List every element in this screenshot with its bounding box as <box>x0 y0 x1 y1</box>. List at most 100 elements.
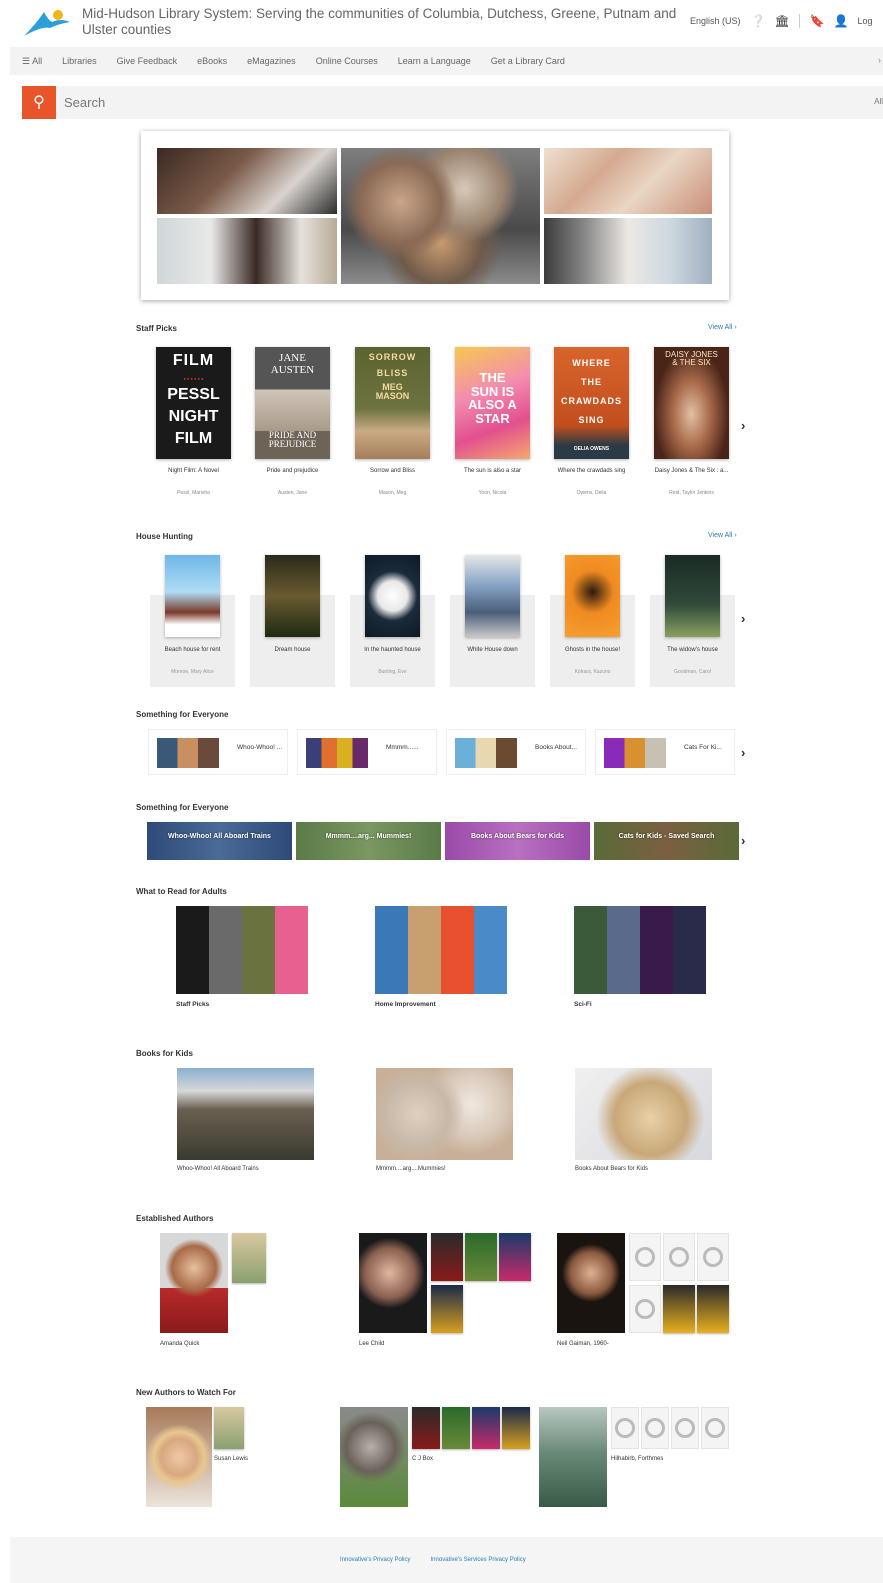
carousel-next-icon[interactable]: › <box>741 833 745 848</box>
book-cover[interactable] <box>265 555 320 637</box>
list-banner[interactable]: Whoo-Whoo! All Aboard Trains <box>147 822 292 860</box>
book-cover[interactable] <box>165 555 220 637</box>
author-book-placeholder[interactable] <box>671 1407 699 1449</box>
author-book-cover[interactable] <box>465 1233 497 1281</box>
book-cover[interactable]: SORROW BLISS MEG MASON <box>355 347 430 459</box>
author-name[interactable]: Susan Lewis <box>214 1456 248 1462</box>
hero-banner[interactable] <box>141 131 729 300</box>
list-collage[interactable] <box>375 906 507 994</box>
grid-label[interactable]: Home Improvement <box>375 1001 436 1008</box>
author-book-cover[interactable] <box>214 1407 244 1449</box>
author-book-placeholder[interactable] <box>629 1233 661 1281</box>
user-icon[interactable]: 👤 <box>834 14 849 28</box>
list-card[interactable]: Whoo-Whoo! ... <box>148 729 288 775</box>
list-card[interactable]: Mmmm...... <box>297 729 437 775</box>
nav-libraries[interactable]: Libraries <box>62 56 97 66</box>
author-book-cover[interactable] <box>431 1233 463 1281</box>
book-cover[interactable]: WHERE THE CRAWDADS SING DELIA OWENS <box>554 347 629 459</box>
book-card[interactable]: Ghosts in the house! Kohara, Kazuno <box>550 555 635 687</box>
author-book-cover[interactable] <box>663 1285 695 1333</box>
author-photo[interactable] <box>359 1233 427 1333</box>
author-book-cover[interactable] <box>412 1407 440 1449</box>
staff-picks-view-all[interactable]: View All › <box>708 324 737 331</box>
grid-label[interactable]: Sci-Fi <box>574 1001 592 1008</box>
author-book-placeholder[interactable] <box>611 1407 639 1449</box>
privacy-policy-link[interactable]: Innovative's Privacy Policy <box>340 1557 411 1563</box>
book-cover[interactable]: THE SUN IS ALSO A STAR <box>455 347 530 459</box>
book-card[interactable]: Dream house <box>250 555 335 687</box>
book-title[interactable]: The widow's house <box>650 647 735 653</box>
author-name[interactable]: Lee Child <box>359 1341 384 1347</box>
book-title[interactable]: Where the crawdads sing <box>554 467 629 475</box>
login-link[interactable]: Log <box>858 16 873 26</box>
site-title[interactable]: Mid-Hudson Library System: Serving the c… <box>82 6 682 38</box>
services-privacy-policy-link[interactable]: Innovative's Services Privacy Policy <box>431 1557 526 1563</box>
author-book-cover[interactable] <box>502 1407 530 1449</box>
language-selector[interactable]: English (US) <box>690 16 741 26</box>
book-title[interactable]: In the haunted house <box>350 647 435 653</box>
kids-list-image[interactable] <box>177 1068 314 1160</box>
list-label[interactable]: Mmmm...... <box>386 743 436 753</box>
book-cover[interactable] <box>565 555 620 637</box>
author-name[interactable]: Hilhabirb, Forthmes <box>611 1456 663 1462</box>
list-collage[interactable] <box>574 906 706 994</box>
nav-online-courses[interactable]: Online Courses <box>316 56 378 66</box>
nav-ebooks[interactable]: eBooks <box>197 56 227 66</box>
search-scope-select[interactable]: All <box>874 97 883 106</box>
nav-emagazines[interactable]: eMagazines <box>247 56 296 66</box>
carousel-next-icon[interactable]: › <box>741 745 745 760</box>
list-card[interactable]: Books About... <box>446 729 586 775</box>
author-book-cover[interactable] <box>442 1407 470 1449</box>
book-card[interactable]: Beach house for rent Monroe, Mary Alice <box>150 555 235 687</box>
author-book-placeholder[interactable] <box>629 1285 661 1333</box>
author-book-cover[interactable] <box>472 1407 500 1449</box>
book-title[interactable]: Dream house <box>250 647 335 653</box>
list-label[interactable]: Cats For Ki... <box>684 743 734 753</box>
list-banner[interactable]: Books About Bears for Kids <box>445 822 590 860</box>
carousel-next-icon[interactable]: › <box>741 418 745 433</box>
book-cover[interactable]: DAISY JONES & THE SIX <box>654 347 729 459</box>
author-photo[interactable] <box>557 1233 625 1333</box>
kids-list-image[interactable] <box>376 1068 513 1160</box>
author-book-placeholder[interactable] <box>701 1407 729 1449</box>
search-icon[interactable]: ⚲ <box>22 86 56 119</box>
nav-library-card[interactable]: Get a Library Card <box>491 56 565 66</box>
list-banner[interactable]: Mmmm....arg... Mummies! <box>296 822 441 860</box>
kids-list-label[interactable]: Whoo-Whoo! All Aboard Trains <box>177 1166 259 1172</box>
carousel-next-icon[interactable]: › <box>741 611 745 626</box>
book-title[interactable]: Pride and prejudice <box>255 467 330 475</box>
book-title[interactable]: Beach house for rent <box>150 647 235 653</box>
author-book-placeholder[interactable] <box>641 1407 669 1449</box>
author-book-placeholder[interactable] <box>697 1233 729 1281</box>
kids-list-label[interactable]: Books About Bears for Kids <box>575 1166 648 1172</box>
list-label[interactable]: Books About... <box>535 743 585 753</box>
author-photo[interactable] <box>539 1407 607 1507</box>
book-title[interactable]: Sorrow and Bliss <box>355 467 430 475</box>
book-cover[interactable]: FILM ● ● ● ● ● ● PESSL NIGHT FILM <box>156 347 231 459</box>
book-cover[interactable] <box>665 555 720 637</box>
kids-list-image[interactable] <box>575 1068 712 1160</box>
book-card[interactable]: In the haunted house Bunting, Eve <box>350 555 435 687</box>
author-photo[interactable] <box>146 1407 212 1507</box>
list-label[interactable]: Whoo-Whoo! ... <box>237 743 287 753</box>
grid-label[interactable]: Staff Picks <box>176 1001 209 1008</box>
kids-list-label[interactable]: Mmmm....arg....Mummies! <box>376 1166 446 1172</box>
author-book-cover[interactable] <box>697 1285 729 1333</box>
search-input[interactable] <box>64 86 824 119</box>
library-logo-icon[interactable] <box>22 6 72 38</box>
nav-overflow-icon[interactable]: › <box>878 55 881 65</box>
book-card[interactable]: White House down <box>450 555 535 687</box>
nav-give-feedback[interactable]: Give Feedback <box>117 56 178 66</box>
author-name[interactable]: C J Box <box>412 1456 433 1462</box>
book-title[interactable]: Night Film: A Novel <box>156 467 231 475</box>
author-book-cover[interactable] <box>431 1285 463 1333</box>
author-book-cover[interactable] <box>232 1233 266 1283</box>
bookmark-icon[interactable]: 🔖 <box>810 14 825 28</box>
author-name[interactable]: Amanda Quick <box>160 1341 199 1347</box>
author-book-placeholder[interactable] <box>663 1233 695 1281</box>
book-cover[interactable] <box>465 555 520 637</box>
book-cover[interactable] <box>365 555 420 637</box>
author-photo[interactable] <box>340 1407 408 1507</box>
list-card[interactable]: Cats For Ki... <box>595 729 735 775</box>
help-icon[interactable]: ❔ <box>751 14 766 28</box>
